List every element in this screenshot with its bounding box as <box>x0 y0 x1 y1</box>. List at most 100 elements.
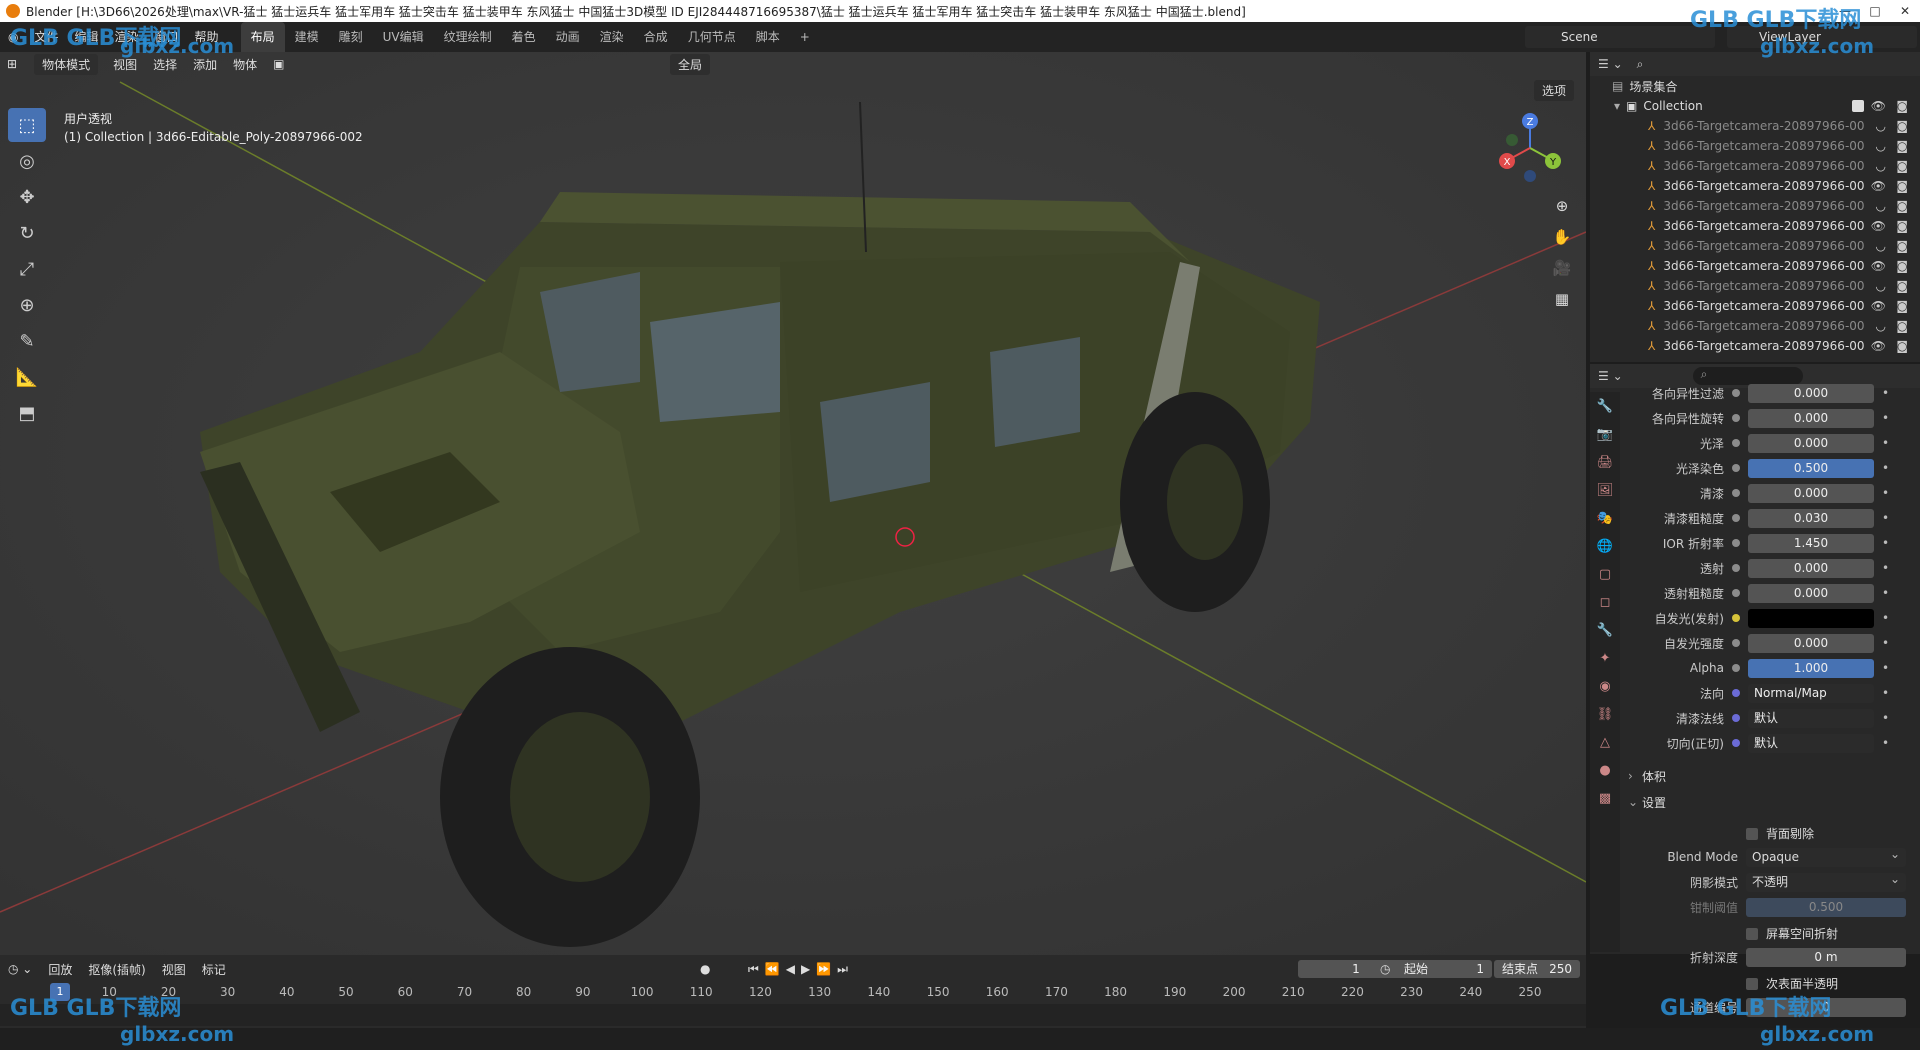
timeline-track[interactable] <box>0 1004 1586 1026</box>
property-value-field[interactable]: 0.000 <box>1748 433 1874 453</box>
render-camera-icon[interactable]: ◙ <box>1896 239 1908 253</box>
visibility-eye-icon[interactable]: 👁 <box>1871 99 1886 113</box>
data-tab-icon[interactable]: △ <box>1590 728 1620 756</box>
pan-hand-icon[interactable]: ✋ <box>1548 223 1576 251</box>
visibility-eye-icon[interactable]: 👁 <box>1871 219 1886 233</box>
screen-refraction-checkbox[interactable]: 屏幕空间折射 <box>1746 925 1838 942</box>
keyframe-dot-icon[interactable]: • <box>1882 686 1889 700</box>
visibility-eye-icon[interactable]: 👁 <box>1871 299 1886 313</box>
keyframe-dot-icon[interactable]: • <box>1882 486 1889 500</box>
record-keyframe-icon[interactable]: ● <box>700 962 710 976</box>
outliner-search-icon[interactable]: ⌕ <box>1637 57 1644 72</box>
transform-tool-icon[interactable]: ⊕ <box>8 288 46 322</box>
clip-threshold-field[interactable]: 0.500 <box>1746 897 1906 917</box>
keyframe-dot-icon[interactable]: • <box>1882 561 1889 575</box>
rotate-tool-icon[interactable]: ↻ <box>8 216 46 250</box>
keyframe-dot-icon[interactable]: • <box>1882 586 1889 600</box>
property-value-field[interactable]: 1.450 <box>1748 533 1874 553</box>
scene-collection-row[interactable]: ▤ 场景集合 <box>1590 76 1920 96</box>
outliner-item[interactable]: ⅄ 3d66-Targetcamera-20897966-00 ◡ ◙ <box>1590 156 1920 176</box>
outliner-item[interactable]: ⅄ 3d66-Targetcamera-20897966-00 👁 ◙ <box>1590 176 1920 196</box>
property-value-field[interactable]: 0.000 <box>1748 633 1874 653</box>
exclude-checkbox[interactable] <box>1852 100 1864 112</box>
socket-link-icon[interactable] <box>1732 439 1740 447</box>
socket-link-icon[interactable] <box>1732 389 1740 397</box>
keyframe-dot-icon[interactable]: • <box>1882 661 1889 675</box>
maximize-button[interactable]: □ <box>1860 0 1890 22</box>
socket-link-icon[interactable] <box>1732 539 1740 547</box>
property-value-field[interactable]: 0.000 <box>1748 583 1874 603</box>
outliner-item[interactable]: ⅄ 3d66-Targetcamera-20897966-00 👁 ◙ <box>1590 256 1920 276</box>
outliner-item[interactable]: ⅄ 3d66-Targetcamera-20897966-00 ◡ ◙ <box>1590 196 1920 216</box>
volume-section-header[interactable]: › 体积 <box>1628 764 1908 788</box>
scene-tab-icon[interactable]: 🎭 <box>1590 504 1620 532</box>
property-value-field[interactable]: 0.500 <box>1748 458 1874 478</box>
workspace-tab-scripting[interactable]: 脚本 <box>746 22 790 52</box>
transform-orientation-dropdown[interactable]: 全局 <box>670 53 711 75</box>
texture-tab-icon[interactable]: ▩ <box>1590 784 1620 812</box>
checkbox-box[interactable] <box>1746 977 1758 990</box>
workspace-tab-animation[interactable]: 动画 <box>546 22 590 52</box>
property-value-field[interactable]: 0.000 <box>1748 483 1874 503</box>
render-camera-icon[interactable]: ◙ <box>1896 159 1908 173</box>
tool-tab-icon[interactable]: 🔧 <box>1590 392 1620 420</box>
property-value-field[interactable]: 默认 <box>1748 708 1874 728</box>
zoom-icon[interactable]: ⊕ <box>1548 192 1576 220</box>
property-value-field[interactable]: 1.000 <box>1748 658 1874 678</box>
timeline-editor-type-icon[interactable]: ◷ ⌄ <box>0 962 40 976</box>
outliner-item[interactable]: ⅄ 3d66-Targetcamera-20897966-00 ◡ ◙ <box>1590 236 1920 256</box>
keyframe-dot-icon[interactable]: • <box>1882 611 1889 625</box>
workspace-tab-layout[interactable]: 布局 <box>240 22 285 52</box>
workspace-tab-modeling[interactable]: 建模 <box>285 22 329 52</box>
socket-link-icon[interactable] <box>1732 564 1740 572</box>
end-frame-field[interactable]: 结束点 250 <box>1494 960 1580 978</box>
expand-arrow-icon[interactable]: ▾ <box>1614 99 1620 113</box>
options-button[interactable]: 选项 <box>1534 80 1575 101</box>
visibility-eye-icon[interactable]: ◡ <box>1876 239 1886 253</box>
visibility-eye-icon[interactable]: 👁 <box>1871 179 1886 193</box>
keyframe-dot-icon[interactable]: • <box>1882 711 1889 725</box>
properties-editor-type-icon[interactable]: ☰ ⌄ <box>1598 369 1623 383</box>
keying-menu[interactable]: 抠像(插帧) <box>80 961 153 978</box>
marker-menu[interactable]: 标记 <box>194 961 234 978</box>
socket-link-icon[interactable] <box>1732 689 1740 697</box>
socket-link-icon[interactable] <box>1732 589 1740 597</box>
socket-link-icon[interactable] <box>1732 639 1740 647</box>
visibility-eye-icon[interactable]: ◡ <box>1876 139 1886 153</box>
socket-link-icon[interactable] <box>1732 664 1740 672</box>
property-value-field[interactable]: 0.030 <box>1748 508 1874 528</box>
fbx-import-icon[interactable]: ▣ <box>266 55 291 73</box>
close-button[interactable]: ✕ <box>1890 0 1920 22</box>
property-value-field[interactable]: 0.000 <box>1748 558 1874 578</box>
visibility-eye-icon[interactable]: ◡ <box>1876 319 1886 333</box>
add-workspace-button[interactable]: + <box>790 22 820 52</box>
keyframe-dot-icon[interactable]: • <box>1882 411 1889 425</box>
blend-mode-dropdown[interactable]: Opaque <box>1746 845 1906 867</box>
workspace-tab-texture-paint[interactable]: 纹理绘制 <box>434 22 502 52</box>
collection-row[interactable]: ▾ ▣ Collection 👁 ◙ <box>1590 96 1920 116</box>
scale-tool-icon[interactable]: ⤢ <box>8 252 46 286</box>
timeline-view-menu[interactable]: 视图 <box>154 961 194 978</box>
view-layer-tab-icon[interactable]: 🖼 <box>1590 476 1620 504</box>
outliner-item[interactable]: ⅄ 3d66-Targetcamera-20897966-00 ◡ ◙ <box>1590 316 1920 336</box>
select-box-tool-icon[interactable]: ⬚ <box>8 108 46 142</box>
start-frame-field[interactable]: 起始 1 <box>1396 960 1492 978</box>
property-value-field[interactable]: Normal/Map <box>1748 683 1874 703</box>
visibility-eye-icon[interactable]: 👁 <box>1871 259 1886 273</box>
workspace-tab-shading[interactable]: 着色 <box>502 22 546 52</box>
settings-section-header[interactable]: ⌄ 设置 <box>1628 790 1908 814</box>
keyframe-dot-icon[interactable]: • <box>1882 511 1889 525</box>
outliner-item[interactable]: ⅄ 3d66-Targetcamera-20897966-00 👁 ◙ <box>1590 296 1920 316</box>
refraction-depth-field[interactable]: 0 m <box>1746 947 1906 967</box>
navigation-gizmo[interactable]: Z Y X <box>1490 108 1570 188</box>
camera-view-icon[interactable]: 🎥 <box>1548 254 1576 282</box>
particles-tab-icon[interactable]: ✦ <box>1590 644 1620 672</box>
workspace-tab-geometry-nodes[interactable]: 几何节点 <box>678 22 746 52</box>
keyframe-dot-icon[interactable]: • <box>1882 536 1889 550</box>
output-tab-icon[interactable]: 🖨 <box>1590 448 1620 476</box>
visibility-eye-icon[interactable]: ◡ <box>1876 199 1886 213</box>
render-camera-icon[interactable]: ◙ <box>1896 319 1908 333</box>
visibility-eye-icon[interactable]: ◡ <box>1876 159 1886 173</box>
physics-tab-icon[interactable]: ◉ <box>1590 672 1620 700</box>
render-camera-icon[interactable]: ◙ <box>1896 179 1908 193</box>
